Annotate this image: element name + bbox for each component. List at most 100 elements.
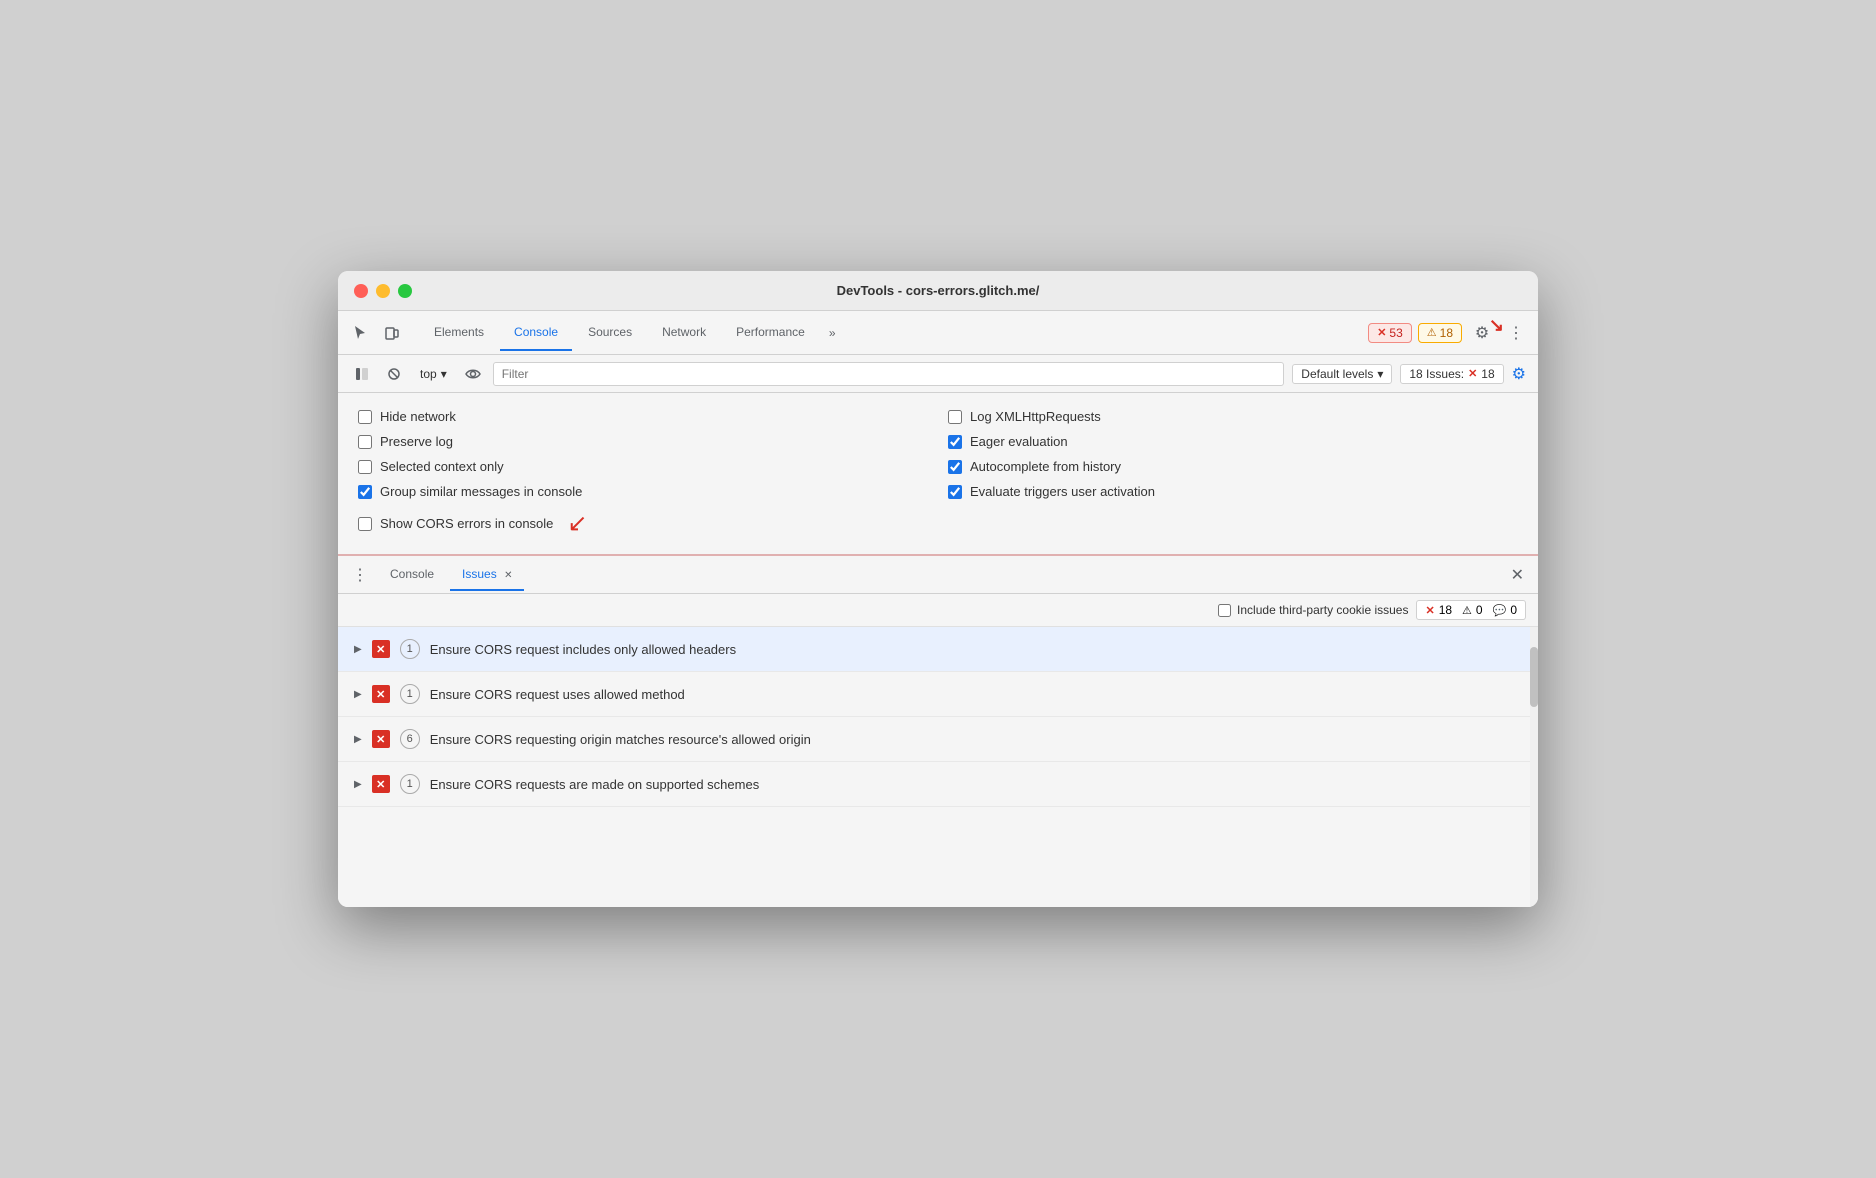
cookie-issues-checkbox[interactable]: [1218, 604, 1231, 617]
window-title: DevTools - cors-errors.glitch.me/: [837, 283, 1040, 298]
settings-panel: Hide network Preserve log Selected conte…: [338, 393, 1538, 556]
devtools-window: DevTools - cors-errors.glitch.me/: [338, 271, 1538, 907]
filter-info-count: 0: [1510, 603, 1517, 617]
show-cors-label: Show CORS errors in console: [380, 516, 553, 531]
settings-left-col: Hide network Preserve log Selected conte…: [358, 409, 928, 538]
checkbox-evaluate-triggers: Evaluate triggers user activation: [948, 484, 1518, 499]
device-mode-icon[interactable]: [378, 319, 406, 347]
cookie-issues-filter: Include third-party cookie issues: [1218, 603, 1408, 617]
expand-arrow-1: ▶: [354, 689, 362, 700]
bottom-panel-menu[interactable]: ⋮: [346, 561, 374, 589]
maximize-button[interactable]: [398, 284, 412, 298]
title-bar: DevTools - cors-errors.glitch.me/: [338, 271, 1538, 311]
console-toolbar: top ▾ Default levels ▾ 18 Issues: ✕ 18 ⚙: [338, 355, 1538, 393]
show-cors-checkbox[interactable]: [358, 517, 372, 531]
issues-filter-bar: Include third-party cookie issues ✕ 18 ⚠…: [338, 594, 1538, 627]
eager-eval-label: Eager evaluation: [970, 434, 1068, 449]
preserve-log-label: Preserve log: [380, 434, 453, 449]
bottom-tab-issues[interactable]: Issues ✕: [450, 559, 524, 591]
issue-label-3: Ensure CORS requests are made on support…: [430, 777, 760, 792]
group-similar-checkbox[interactable]: [358, 485, 372, 499]
expand-arrow-0: ▶: [354, 644, 362, 655]
checkbox-log-xhr: Log XMLHttpRequests: [948, 409, 1518, 424]
autocomplete-checkbox[interactable]: [948, 460, 962, 474]
tab-network[interactable]: Network: [648, 315, 720, 351]
tab-bar-right: ✕ 53 ⚠ 18 ⚙ ↘ ⋮: [1368, 319, 1530, 347]
chevron-down-icon: ▾: [441, 367, 447, 381]
selected-context-label: Selected context only: [380, 459, 504, 474]
console-settings-icon[interactable]: ⚙: [1512, 364, 1526, 384]
minimize-button[interactable]: [376, 284, 390, 298]
checkbox-hide-network: Hide network: [358, 409, 928, 424]
filter-input[interactable]: [493, 362, 1285, 386]
expand-arrow-3: ▶: [354, 779, 362, 790]
preserve-log-checkbox[interactable]: [358, 435, 372, 449]
log-levels-select[interactable]: Default levels ▾: [1292, 364, 1392, 384]
log-xhr-label: Log XMLHttpRequests: [970, 409, 1101, 424]
warn-icon: ⚠: [1427, 326, 1437, 339]
issues-count-badges: ✕ 18 ⚠ 0 💬 0: [1416, 600, 1526, 620]
issue-label-0: Ensure CORS request includes only allowe…: [430, 642, 736, 657]
hide-network-label: Hide network: [380, 409, 456, 424]
settings-right-col: Log XMLHttpRequests Eager evaluation Aut…: [948, 409, 1518, 538]
hide-network-checkbox[interactable]: [358, 410, 372, 424]
error-icon-1: ✕: [372, 685, 390, 703]
log-xhr-checkbox[interactable]: [948, 410, 962, 424]
tab-console[interactable]: Console: [500, 315, 572, 351]
issues-badge[interactable]: 18 Issues: ✕ 18: [1400, 364, 1503, 384]
filter-warn-icon: ⚠: [1462, 604, 1472, 617]
settings-grid: Hide network Preserve log Selected conte…: [358, 409, 1518, 538]
eager-eval-checkbox[interactable]: [948, 435, 962, 449]
issue-item-2[interactable]: ▶ ✕ 6 Ensure CORS requesting origin matc…: [338, 717, 1538, 762]
bottom-tab-bar: ⋮ Console Issues ✕ ✕: [338, 556, 1538, 594]
issue-count-0: 1: [400, 639, 420, 659]
checkbox-group-similar: Group similar messages in console: [358, 484, 928, 499]
tab-elements[interactable]: Elements: [420, 315, 498, 351]
levels-chevron-icon: ▾: [1377, 367, 1383, 381]
expand-arrow-2: ▶: [354, 734, 362, 745]
filter-error-count: 18: [1439, 603, 1452, 617]
gear-icon: ⚙: [1475, 323, 1489, 343]
more-options-button[interactable]: ⋮: [1502, 319, 1530, 347]
scrollbar-thumb[interactable]: [1530, 647, 1538, 707]
block-icon[interactable]: [382, 362, 406, 386]
sidebar-toggle-button[interactable]: [350, 362, 374, 386]
traffic-lights: [354, 284, 412, 298]
tab-bar-icons: [346, 319, 406, 347]
issues-tab-close[interactable]: ✕: [504, 570, 512, 581]
tab-bar: Elements Console Sources Network Perform…: [338, 311, 1538, 355]
settings-button[interactable]: ⚙ ↘: [1468, 319, 1496, 347]
issue-label-1: Ensure CORS request uses allowed method: [430, 687, 685, 702]
devtools-body: Elements Console Sources Network Perform…: [338, 311, 1538, 907]
checkbox-eager-eval: Eager evaluation: [948, 434, 1518, 449]
red-arrow-annotation-cors: ↙: [567, 509, 587, 538]
tab-performance[interactable]: Performance: [722, 315, 819, 351]
evaluate-triggers-checkbox[interactable]: [948, 485, 962, 499]
bottom-panel: ⋮ Console Issues ✕ ✕ Include third-party…: [338, 556, 1538, 907]
more-tabs-button[interactable]: »: [821, 316, 844, 350]
filter-error-icon: ✕: [1425, 604, 1434, 617]
issue-item-0[interactable]: ▶ ✕ 1 Ensure CORS request includes only …: [338, 627, 1538, 672]
issue-count-3: 1: [400, 774, 420, 794]
tab-sources[interactable]: Sources: [574, 315, 646, 351]
close-button[interactable]: [354, 284, 368, 298]
error-icon-0: ✕: [372, 640, 390, 658]
error-count-badge[interactable]: ✕ 53: [1368, 323, 1412, 343]
live-expression-button[interactable]: [461, 362, 485, 386]
issue-count-2: 6: [400, 729, 420, 749]
selected-context-checkbox[interactable]: [358, 460, 372, 474]
warn-count-badge[interactable]: ⚠ 18: [1418, 323, 1462, 343]
checkbox-selected-context: Selected context only: [358, 459, 928, 474]
bottom-tab-console[interactable]: Console: [378, 559, 446, 591]
autocomplete-label: Autocomplete from history: [970, 459, 1121, 474]
cursor-icon[interactable]: [346, 319, 374, 347]
red-arrow-annotation-top: ↘: [1489, 315, 1504, 336]
context-selector[interactable]: top ▾: [414, 365, 453, 383]
scrollbar-track: [1530, 627, 1538, 907]
filter-warn-count: 0: [1476, 603, 1483, 617]
issue-item-1[interactable]: ▶ ✕ 1 Ensure CORS request uses allowed m…: [338, 672, 1538, 717]
error-x-icon: ✕: [1377, 326, 1386, 339]
issues-list: ▶ ✕ 1 Ensure CORS request includes only …: [338, 627, 1538, 907]
issue-item-3[interactable]: ▶ ✕ 1 Ensure CORS requests are made on s…: [338, 762, 1538, 807]
close-panel-button[interactable]: ✕: [1505, 561, 1530, 589]
